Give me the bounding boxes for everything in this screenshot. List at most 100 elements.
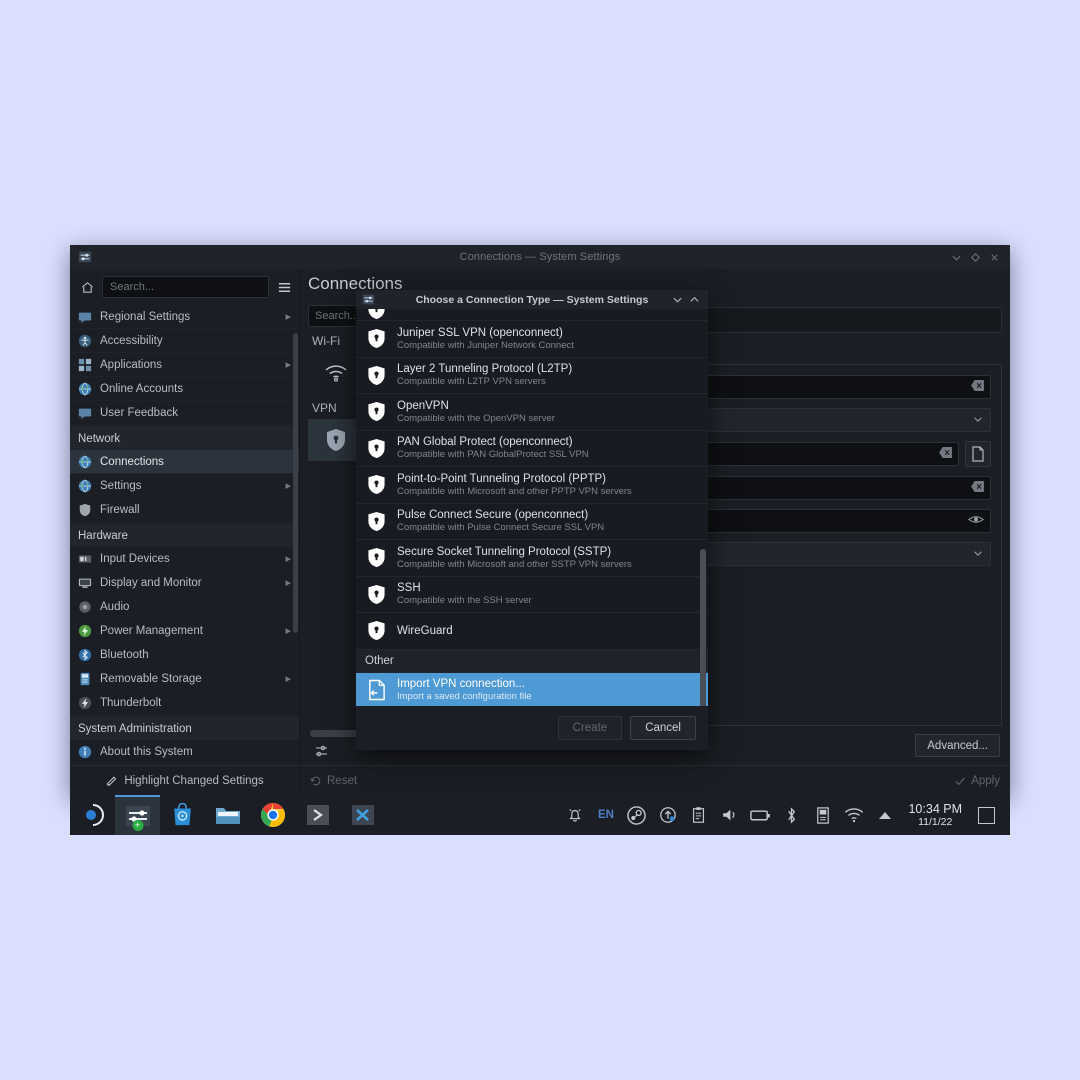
chevron-down-icon[interactable]: [670, 293, 684, 307]
check-icon: [954, 775, 966, 787]
taskbar-clock[interactable]: 10:34 PM 11/1/22: [900, 802, 970, 828]
connection-type-item[interactable]: SSHCompatible with the SSH server: [356, 577, 708, 614]
chevron-up-icon[interactable]: [687, 293, 701, 307]
connection-type-name: Pulse Connect Secure (openconnect): [397, 509, 604, 521]
connection-type-item[interactable]: OpenVPNCompatible with the OpenVPN serve…: [356, 394, 708, 431]
connection-type-item[interactable]: Import VPN connection...Import a saved c…: [356, 673, 708, 707]
battery-icon[interactable]: [745, 795, 776, 835]
sidebar-item-display-and-monitor[interactable]: Display and Monitor ▸: [70, 571, 299, 595]
connection-type-item[interactable]: Layer 2 Tunneling Protocol (L2TP)Compati…: [356, 358, 708, 395]
sidebar-item-online-accounts[interactable]: Online Accounts: [70, 377, 299, 401]
taskbar-app-dolphin[interactable]: [205, 795, 250, 835]
chevron-down-icon[interactable]: [972, 547, 984, 562]
vpn-shield-icon: [366, 620, 386, 641]
sidebar-item-applications[interactable]: Applications▸: [70, 353, 299, 377]
taskbar-app-chrome[interactable]: [250, 795, 295, 835]
bluetooth-icon: [78, 648, 92, 662]
taskbar-app-vscode[interactable]: [340, 795, 385, 835]
chevron-right-icon: ▸: [285, 552, 291, 565]
chevron-right-icon: ▸: [285, 624, 291, 637]
dialog-titlebar[interactable]: Choose a Connection Type — System Settin…: [356, 290, 708, 309]
steam-icon[interactable]: [621, 795, 652, 835]
sidebar-item-connections[interactable]: Connections: [70, 450, 299, 474]
connection-type-item[interactable]: Point-to-Point Tunneling Protocol (PPTP)…: [356, 467, 708, 504]
highlight-changed-settings-button[interactable]: Highlight Changed Settings: [70, 765, 299, 795]
chevron-right-icon: ▸: [285, 310, 291, 323]
sidebar-item-about-this-system[interactable]: About this System: [70, 740, 299, 764]
sidebar-item-thunderbolt[interactable]: Thunderbolt: [70, 691, 299, 715]
wifi-icon[interactable]: [838, 795, 869, 835]
sidebar-item-label: Display and Monitor: [100, 577, 277, 589]
show-hidden-icons-icon[interactable]: [869, 795, 900, 835]
chevron-right-icon: ▸: [285, 576, 291, 589]
connection-type-list[interactable]: Juniper SSL VPN (openconnect)Compatible …: [356, 309, 708, 706]
connection-type-item[interactable]: PAN Global Protect (openconnect)Compatib…: [356, 431, 708, 468]
sidebar-item-user-feedback[interactable]: User Feedback: [70, 401, 299, 425]
sidebar-list[interactable]: Regional Settings▸ Accessibility Applicati…: [70, 305, 299, 765]
sidebar-item-bluetooth[interactable]: Bluetooth: [70, 643, 299, 667]
sidebar-item-label: Accessibility: [100, 335, 291, 347]
advanced-button[interactable]: Advanced...: [915, 734, 1000, 757]
show-desktop-icon: [978, 807, 995, 824]
home-icon[interactable]: [78, 278, 96, 296]
sidebar-item-power-management[interactable]: Power Management▸: [70, 619, 299, 643]
taskbar-app-konsole[interactable]: [295, 795, 340, 835]
clipboard-icon[interactable]: [683, 795, 714, 835]
create-button[interactable]: Create: [558, 716, 623, 740]
main-window-titlebar[interactable]: Connections — System Settings: [70, 245, 1010, 269]
dialog-scrollbar[interactable]: [700, 549, 706, 706]
removable-device-icon[interactable]: [807, 795, 838, 835]
close-icon[interactable]: [986, 249, 1003, 266]
sidebar-item-audio[interactable]: Audio: [70, 595, 299, 619]
sidebar-item-label: Bluetooth: [100, 649, 291, 661]
sidebar-item-label: Audio: [100, 601, 291, 613]
clear-icon[interactable]: [939, 447, 952, 461]
taskbar-app-discover[interactable]: [160, 795, 205, 835]
reset-button[interactable]: Reset: [310, 775, 357, 787]
maximize-icon[interactable]: [967, 249, 984, 266]
connection-type-description: Compatible with L2TP VPN servers: [397, 376, 572, 387]
minimize-icon[interactable]: [948, 249, 965, 266]
connection-type-description: Compatible with PAN GlobalProtect SSL VP…: [397, 449, 589, 460]
connections-horizontal-scrollbar[interactable]: [310, 730, 362, 737]
search-placeholder: Search...: [110, 281, 154, 293]
keyboard-layout-indicator[interactable]: EN: [590, 795, 621, 835]
connection-type-item[interactable]: WireGuard: [356, 613, 708, 650]
connection-type-name: Layer 2 Tunneling Protocol (L2TP): [397, 363, 572, 375]
show-desktop-button[interactable]: [970, 795, 1002, 835]
search-input[interactable]: Search...: [102, 276, 269, 298]
updates-icon[interactable]: [652, 795, 683, 835]
clock-date: 11/1/22: [918, 816, 952, 828]
connection-type-item[interactable]: Secure Socket Tunneling Protocol (SSTP)C…: [356, 540, 708, 577]
system-tray: EN: [559, 795, 1010, 835]
sidebar-item-firewall[interactable]: Firewall: [70, 498, 299, 522]
sidebar-scrollbar[interactable]: [293, 333, 298, 633]
sidebar-toolbar: Search...: [70, 269, 299, 305]
notifications-icon[interactable]: [559, 795, 590, 835]
taskbar-app-system-settings[interactable]: +: [115, 795, 160, 835]
clear-icon[interactable]: [971, 481, 984, 495]
cancel-button[interactable]: Cancel: [630, 716, 696, 740]
connection-type-item[interactable]: Pulse Connect Secure (openconnect)Compat…: [356, 504, 708, 541]
sidebar-item-removable-storage[interactable]: Removable Storage▸: [70, 667, 299, 691]
hamburger-menu-icon[interactable]: [275, 278, 293, 296]
sidebar-item-regional-settings[interactable]: Regional Settings▸: [70, 305, 299, 329]
connections-search-placeholder: Search...: [315, 310, 359, 322]
apply-button[interactable]: Apply: [954, 775, 1000, 787]
browse-file-button[interactable]: [965, 441, 991, 467]
sidebar-item-accessibility[interactable]: Accessibility: [70, 329, 299, 353]
volume-icon[interactable]: [714, 795, 745, 835]
bluetooth-icon[interactable]: [776, 795, 807, 835]
taskbar-app-kde-launcher[interactable]: [70, 795, 115, 835]
reset-label: Reset: [327, 775, 357, 787]
eye-icon[interactable]: [968, 514, 984, 528]
clear-icon[interactable]: [971, 380, 984, 394]
connection-type-item[interactable]: Juniper SSL VPN (openconnect)Compatible …: [356, 321, 708, 358]
sidebar-item-input-devices[interactable]: Input Devices▸: [70, 547, 299, 571]
connection-type-item-clipped[interactable]: [356, 309, 708, 321]
power-bolt-icon: [78, 624, 92, 638]
monitor-icon: [78, 576, 92, 590]
chevron-down-icon[interactable]: [972, 413, 984, 428]
sidebar-item-settings[interactable]: Settings▸: [70, 474, 299, 498]
vscode-icon: [351, 803, 375, 827]
